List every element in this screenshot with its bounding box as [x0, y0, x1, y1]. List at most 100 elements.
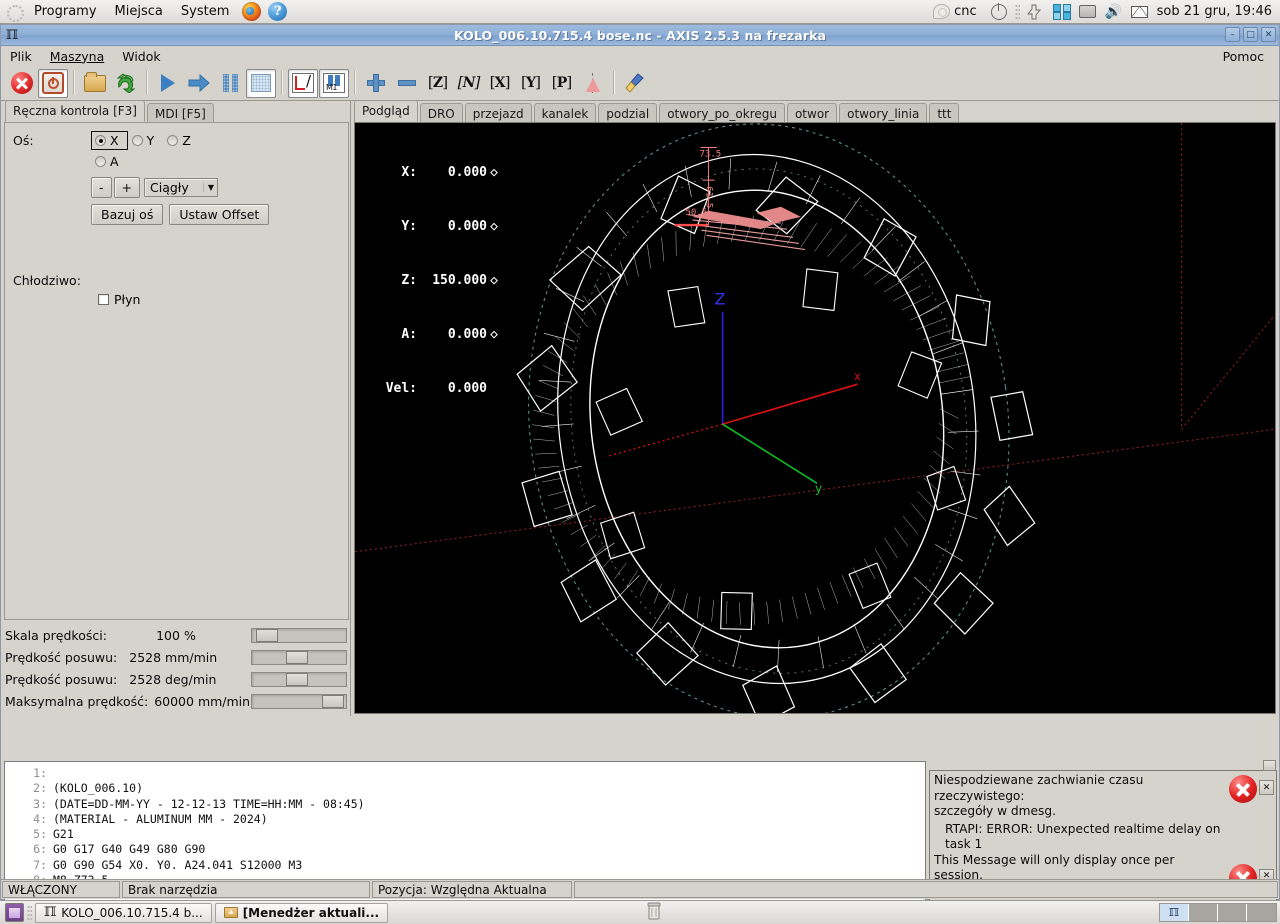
workspace-4[interactable] [1247, 904, 1276, 921]
ubuntu-logo-icon[interactable] [5, 3, 24, 22]
jog-speed-linear-slider[interactable] [251, 649, 347, 665]
feed-override-slider[interactable] [251, 627, 347, 643]
workspace-switcher[interactable]: ℿ [1159, 903, 1277, 922]
trash-icon[interactable] [645, 902, 663, 921]
toggle-tool-cone-button[interactable] [578, 69, 608, 98]
display-button[interactable] [1077, 2, 1099, 22]
coolant-flood-row[interactable]: Płyn [98, 292, 340, 307]
estop-button[interactable] [7, 69, 37, 98]
tab-otwor[interactable]: otwor [786, 103, 838, 123]
set-offset-button[interactable]: Ustaw Offset [169, 204, 270, 225]
stop-program-button[interactable] [246, 68, 276, 98]
axis-z-icon: Z [428, 73, 449, 91]
reload-file-button[interactable] [111, 69, 141, 98]
slider-thumb[interactable] [322, 694, 344, 708]
clear-plot-button[interactable] [620, 69, 650, 98]
coolant-flood-checkbox[interactable] [98, 294, 109, 305]
dro-axis-label: Vel: [385, 381, 417, 396]
zoom-out-button[interactable] [392, 69, 422, 98]
mail-button[interactable] [1129, 2, 1151, 22]
open-file-button[interactable] [80, 69, 110, 98]
view-p-button[interactable]: P [547, 69, 577, 98]
tab-mdi[interactable]: MDI [F5] [146, 103, 214, 123]
power-menu-button[interactable] [988, 2, 1010, 22]
axis-radio-y[interactable]: Y [128, 131, 164, 150]
toggle-block-delete-button[interactable] [288, 68, 318, 98]
window-titlebar[interactable]: ℿ KOLO_006.10.715.4 bose.nc - AXIS 2.5.3… [1, 25, 1279, 46]
task-button-axis[interactable]: ℿ KOLO_006.10.715.4 b... [35, 902, 212, 923]
machine-power-button[interactable] [38, 68, 68, 98]
zoom-in-button[interactable] [361, 69, 391, 98]
dismiss-message-button[interactable]: ✕ [1259, 780, 1274, 795]
svg-text:Z: Z [715, 290, 726, 309]
menu-plik[interactable]: Plik [1, 48, 41, 65]
gcode-line[interactable]: 3: (DATE=DD-MM-YY - 12-12-13 TIME=HH:MM … [5, 797, 925, 812]
gcode-line[interactable]: 1: [5, 766, 925, 781]
maximize-button[interactable]: □ [1243, 27, 1258, 42]
message-scroll-up-button[interactable] [1263, 760, 1276, 771]
volume-button[interactable]: 🔊 [1103, 2, 1125, 22]
task-button-update-manager[interactable]: [Menedżer aktuali... [214, 902, 389, 923]
workspace-2[interactable] [1189, 904, 1218, 921]
menu-pomoc[interactable]: Pomoc [1214, 48, 1273, 65]
gcode-preview-canvas[interactable]: X: 0.000 ◇ Y: 0.000 ◇ Z: 150.000 ◇ A: 0.… [354, 122, 1276, 714]
tab-podzial[interactable]: podzial [598, 103, 658, 123]
tab-kanalek[interactable]: kanalek [533, 103, 597, 123]
gcode-line[interactable]: 6: G0 G17 G40 G49 G80 G90 [5, 842, 925, 857]
max-velocity-value: 60000 mm/min [154, 693, 251, 709]
dro-axis-value: 0.000 [447, 165, 487, 180]
chevron-down-icon: ▼ [202, 183, 214, 192]
axis-radio-z[interactable]: Z [163, 131, 200, 150]
slider-thumb[interactable] [286, 650, 308, 664]
jog-speed-angular-slider[interactable] [251, 671, 347, 687]
panel-menu-programy[interactable]: Programy [25, 1, 106, 23]
pause-program-button[interactable] [215, 69, 245, 98]
view-z2-button[interactable]: N [454, 69, 484, 98]
panel-menu-system[interactable]: System [172, 1, 238, 23]
toggle-optional-stop-button[interactable]: M1 [319, 68, 349, 98]
jog-minus-button[interactable]: - [91, 177, 112, 198]
gnome-taskbar: ℿ KOLO_006.10.715.4 b... [Menedżer aktua… [0, 900, 1280, 924]
tab-otwory-linia[interactable]: otwory_linia [839, 103, 928, 123]
menu-widok[interactable]: Widok [113, 48, 169, 65]
tab-manual-control[interactable]: Ręczna kontrola [F3] [5, 100, 145, 122]
jog-increment-select[interactable]: Ciągły ▼ [144, 178, 218, 197]
view-z-button[interactable]: Z [423, 69, 453, 98]
firefox-launcher[interactable] [238, 1, 265, 23]
gcode-line[interactable]: 5: G21 [5, 827, 925, 842]
view-y-button[interactable]: Y [516, 69, 546, 98]
toolbar-separator [281, 71, 283, 95]
home-axis-button[interactable]: Bazuj oś [91, 204, 164, 225]
step-program-button[interactable] [184, 69, 214, 98]
close-button[interactable]: ✕ [1261, 27, 1276, 42]
jog-plus-button[interactable]: + [113, 177, 140, 198]
gcode-line[interactable]: 4: (MATERIAL - ALUMINUM MM - 2024) [5, 812, 925, 827]
show-desktop-icon[interactable] [5, 903, 24, 922]
panel-menu-miejsca[interactable]: Miejsca [106, 1, 172, 23]
dro-axis-value: 0.000 [447, 219, 487, 234]
gcode-line[interactable]: 7: G0 G90 G54 X0. Y0. A24.041 S12000 M3 [5, 858, 925, 873]
workspace-1[interactable]: ℿ [1160, 904, 1189, 921]
axis-window-icon: ℿ [1168, 906, 1180, 919]
axis-radio-x[interactable]: X [91, 131, 128, 150]
tab-podglad[interactable]: Podgląd [354, 100, 418, 122]
run-program-button[interactable] [153, 69, 183, 98]
updates-button[interactable] [1025, 2, 1047, 22]
help-launcher[interactable]: ? [265, 1, 290, 23]
tab-dro[interactable]: DRO [419, 103, 463, 123]
slider-thumb[interactable] [256, 628, 278, 642]
menu-maszyna[interactable]: Maszyna [41, 48, 114, 65]
max-velocity-slider[interactable] [251, 693, 347, 709]
tab-przejazd[interactable]: przejazd [464, 103, 532, 123]
workspace-3[interactable] [1218, 904, 1247, 921]
tab-ttt[interactable]: ttt [929, 103, 960, 123]
tab-otwory-po-okregu[interactable]: otwory_po_okregu [659, 103, 785, 123]
gcode-line[interactable]: 2: (KOLO_006.10) [5, 781, 925, 796]
slider-thumb[interactable] [286, 672, 308, 686]
cnc-indicator[interactable]: cnc [924, 1, 986, 23]
minimize-button[interactable]: – [1225, 27, 1240, 42]
view-x-button[interactable]: X [485, 69, 515, 98]
axis-radio-a[interactable]: A [91, 152, 128, 171]
network-button[interactable] [1051, 2, 1073, 22]
panel-clock[interactable]: sob 21 gru, 19:46 [1153, 4, 1280, 19]
